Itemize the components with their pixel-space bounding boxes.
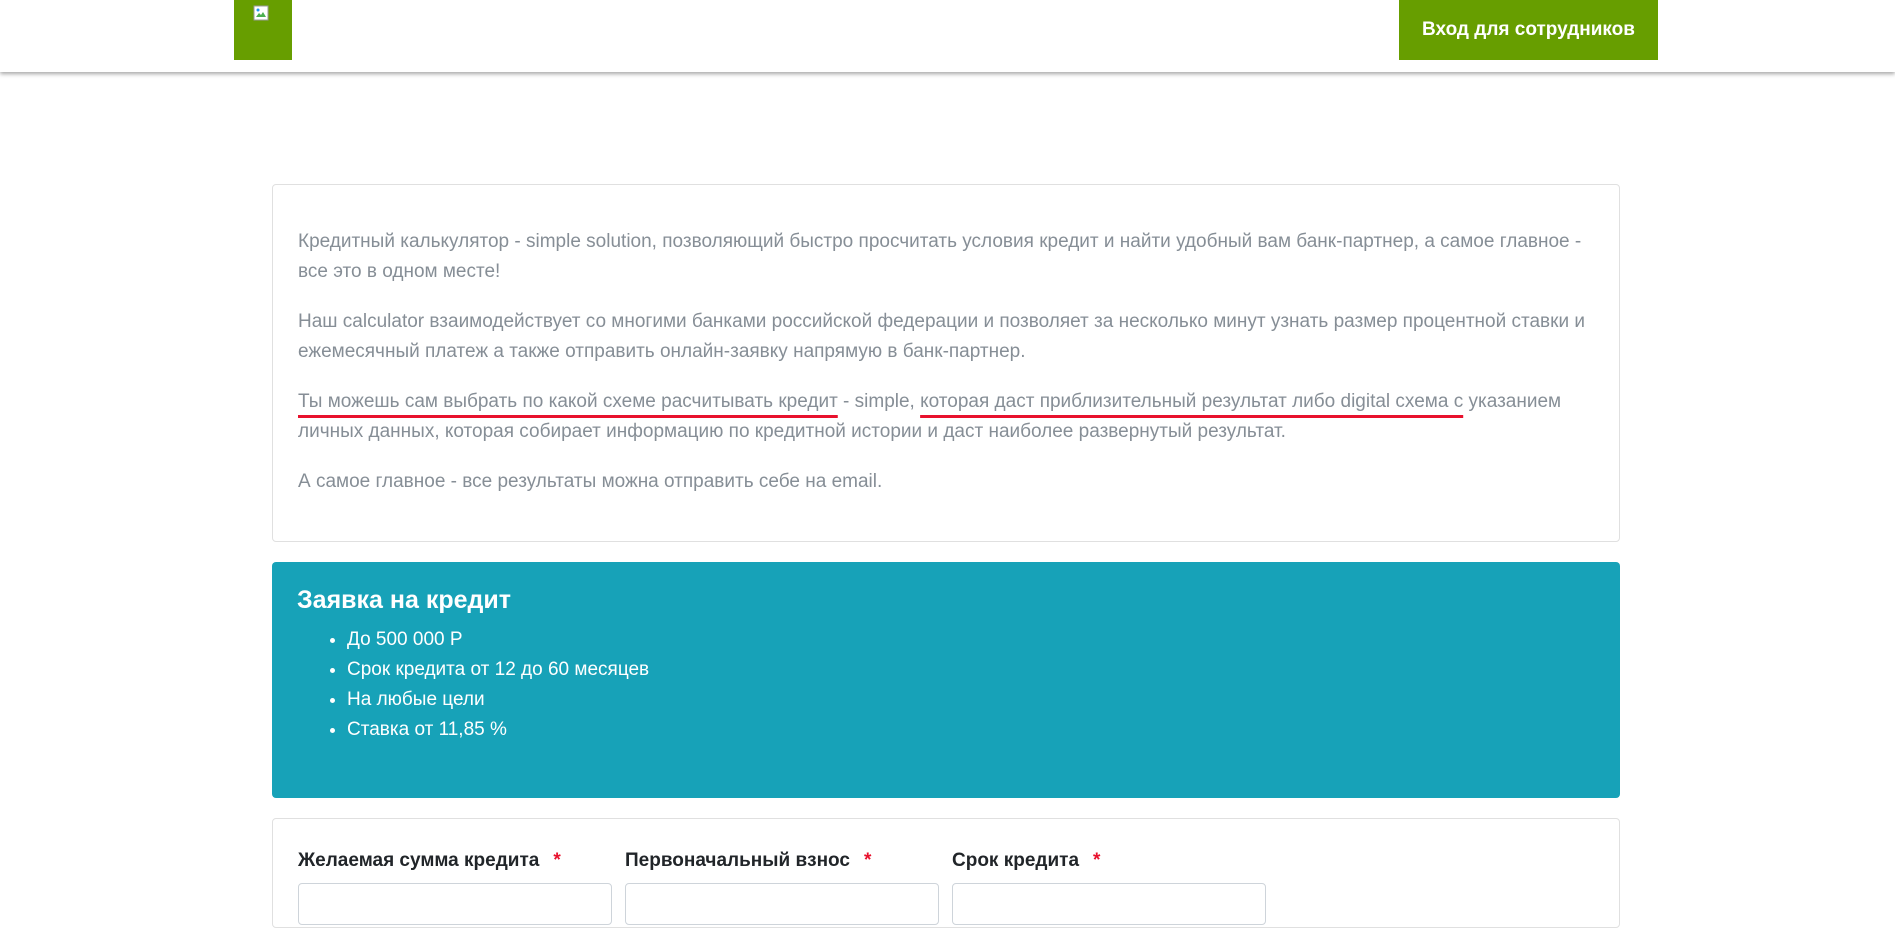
offer-title: Заявка на кредит: [297, 586, 512, 614]
logo[interactable]: [234, 0, 292, 60]
offer-item: Ставка от 11,85 %: [347, 715, 1595, 745]
intro-card: Кредитный калькулятор - simple solution,…: [272, 184, 1620, 542]
intro-paragraph-2: Наш calculator взаимодействует со многим…: [298, 311, 1585, 362]
amount-field: Желаемая сумма кредита *: [298, 849, 612, 925]
required-mark: *: [863, 850, 872, 871]
amount-label-text: Желаемая сумма кредита: [298, 850, 540, 871]
term-label-text: Срок кредита: [952, 850, 1080, 871]
site-header: Вход для сотрудников: [0, 0, 1895, 72]
amount-input[interactable]: [298, 883, 612, 925]
amount-label: Желаемая сумма кредита *: [298, 849, 612, 873]
intro-paragraph-4: А самое главное - все результаты можна о…: [298, 471, 883, 492]
intro-paragraph-3: Ты можешь сам выбрать по какой схеме рас…: [298, 387, 1594, 447]
down-payment-input[interactable]: [625, 883, 939, 925]
required-mark: *: [1093, 850, 1101, 871]
offer-item: До 500 000 Р: [347, 625, 1595, 655]
highlight-text-1: Ты можешь сам выбрать по какой схеме рас…: [298, 391, 838, 412]
offer-list: До 500 000 Р Срок кредита от 12 до 60 ме…: [297, 625, 1595, 745]
down-payment-field: Первоначальный взнос *: [625, 849, 939, 925]
down-payment-label-text: Первоначальный взнос: [625, 850, 850, 871]
intro-paragraph-1: Кредитный калькулятор - simple solution,…: [298, 231, 1582, 282]
staff-login-button[interactable]: Вход для сотрудников: [1399, 0, 1658, 60]
offer-item: Срок кредита от 12 до 60 месяцев: [347, 655, 1595, 685]
intro-text-mid: - simple,: [837, 391, 921, 412]
required-mark: *: [553, 850, 561, 871]
term-input[interactable]: [952, 883, 1266, 925]
term-label: Срок кредита *: [952, 849, 1266, 873]
down-payment-label: Первоначальный взнос *: [625, 849, 939, 873]
offer-item: На любые цели: [347, 685, 1595, 715]
highlight-text-2: которая даст приблизительный результат л…: [920, 391, 1464, 412]
broken-image-icon: [253, 5, 269, 21]
loan-form-card: Желаемая сумма кредита * Первоначальный в…: [272, 818, 1620, 928]
term-field: Срок кредита *: [952, 849, 1266, 925]
loan-offer-card: Заявка на кредит До 500 000 Р Срок креди…: [272, 562, 1620, 798]
